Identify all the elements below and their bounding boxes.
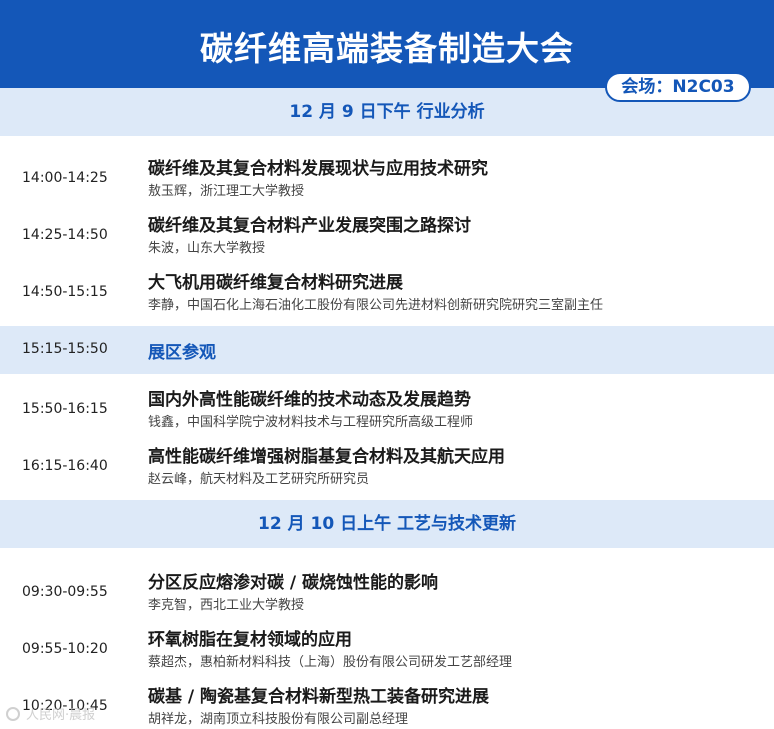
- page-title: 碳纤维高端装备制造大会: [200, 29, 574, 68]
- session-speaker: 李克智，西北工业大学教授: [148, 598, 305, 613]
- session-time: 16:15-16:40: [22, 458, 108, 474]
- session-title: 高性能碳纤维增强树脂基复合材料及其航天应用: [148, 447, 505, 467]
- break-row: 15:15-15:50 展区参观: [0, 326, 774, 374]
- session-time: 15:50-16:15: [22, 401, 108, 417]
- session-speaker: 胡祥龙，湖南顶立科技股份有限公司副总经理: [148, 712, 409, 727]
- session-row: 14:00-14:25 碳纤维及其复合材料发展现状与应用技术研究 敖玉辉，浙江理…: [0, 150, 774, 206]
- session-speaker: 朱波，山东大学教授: [148, 241, 266, 256]
- session-title: 环氧树脂在复材领域的应用: [148, 630, 352, 650]
- watermark-text: 人民网·晨报: [26, 708, 96, 723]
- section-heading-day2: 12 月 10 日上午 工艺与技术更新: [0, 500, 774, 548]
- session-time: 14:50-15:15: [22, 284, 108, 300]
- session-speaker: 钱鑫，中国科学院宁波材料技术与工程研究所高级工程师: [148, 415, 474, 430]
- session-speaker: 蔡超杰，惠柏新材料科技（上海）股份有限公司研发工艺部经理: [148, 655, 513, 670]
- session-speaker: 赵云峰，航天材料及工艺研究所研究员: [148, 472, 370, 487]
- session-row: 10:20-10:45 碳基 / 陶瓷基复合材料新型热工装备研究进展 胡祥龙，湖…: [0, 678, 774, 729]
- session-speaker: 李静，中国石化上海石油化工股份有限公司先进材料创新研究院研究三室副主任: [148, 298, 604, 313]
- break-label: 展区参观: [148, 343, 216, 363]
- session-title: 碳纤维及其复合材料发展现状与应用技术研究: [148, 159, 488, 179]
- session-time: 14:25-14:50: [22, 227, 108, 243]
- break-time: 15:15-15:50: [22, 341, 108, 357]
- session-time: 14:00-14:25: [22, 170, 108, 186]
- session-time: 09:55-10:20: [22, 641, 108, 657]
- watermark-logo-icon: [6, 706, 20, 721]
- session-title: 国内外高性能碳纤维的技术动态及发展趋势: [148, 390, 471, 410]
- session-title: 分区反应熔渗对碳 / 碳烧蚀性能的影响: [148, 573, 439, 593]
- session-row: 09:55-10:20 环氧树脂在复材领域的应用 蔡超杰，惠柏新材料科技（上海）…: [0, 621, 774, 677]
- session-title: 大飞机用碳纤维复合材料研究进展: [148, 273, 403, 293]
- session-row: 16:15-16:40 高性能碳纤维增强树脂基复合材料及其航天应用 赵云峰，航天…: [0, 438, 774, 494]
- session-time: 09:30-09:55: [22, 584, 108, 600]
- session-title: 碳纤维及其复合材料产业发展突围之路探讨: [148, 216, 471, 236]
- session-row: 14:25-14:50 碳纤维及其复合材料产业发展突围之路探讨 朱波，山东大学教…: [0, 207, 774, 263]
- session-row: 14:50-15:15 大飞机用碳纤维复合材料研究进展 李静，中国石化上海石油化…: [0, 264, 774, 320]
- venue-badge: 会场：N2C03: [605, 72, 751, 102]
- watermark: 人民网·晨报: [6, 704, 95, 723]
- session-row: 09:30-09:55 分区反应熔渗对碳 / 碳烧蚀性能的影响 李克智，西北工业…: [0, 564, 774, 620]
- session-speaker: 敖玉辉，浙江理工大学教授: [148, 184, 305, 199]
- session-title: 碳基 / 陶瓷基复合材料新型热工装备研究进展: [148, 687, 490, 707]
- session-row: 15:50-16:15 国内外高性能碳纤维的技术动态及发展趋势 钱鑫，中国科学院…: [0, 381, 774, 437]
